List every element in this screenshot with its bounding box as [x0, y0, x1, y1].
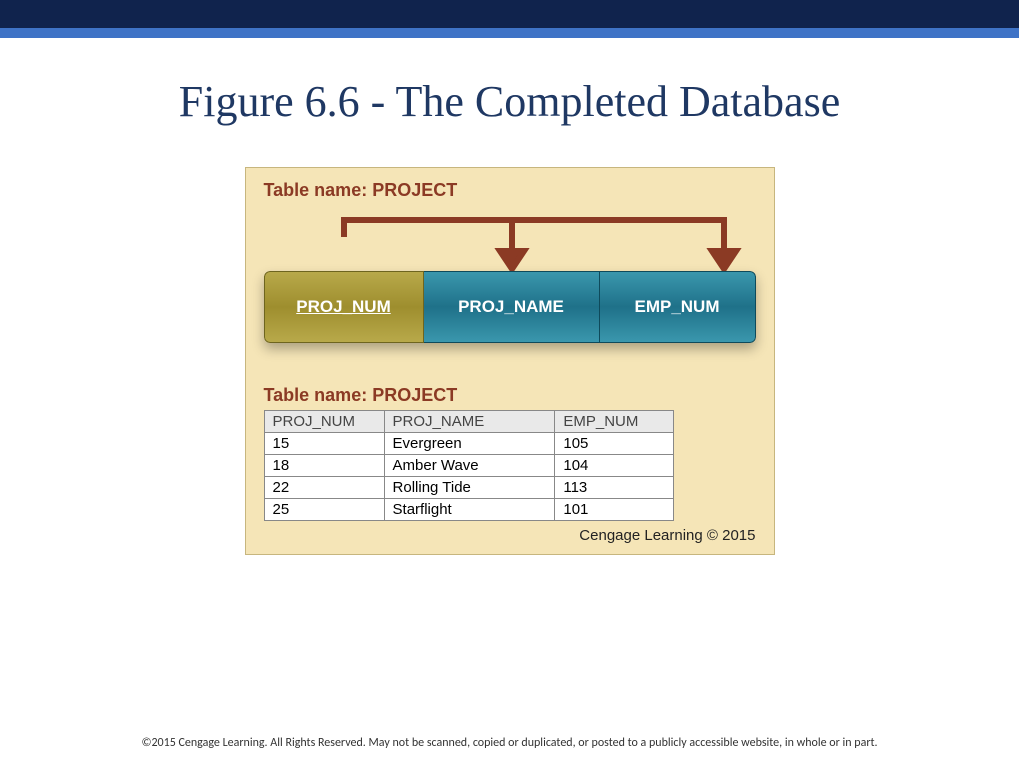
figure-box: Table name: PROJECT PROJ_NUM PROJ_NAME E… — [245, 167, 775, 555]
header-bar-light — [0, 28, 1019, 38]
col-header-proj-num: PROJ_NUM — [264, 411, 384, 433]
schema-name-cell: PROJ_NAME — [424, 271, 600, 343]
col-header-proj-name: PROJ_NAME — [384, 411, 555, 433]
table-row: 25 Starflight 101 — [264, 499, 673, 521]
dependency-arrows-icon — [264, 207, 764, 279]
figure-title: Figure 6.6 - The Completed Database — [0, 76, 1019, 127]
table-row: 22 Rolling Tide 113 — [264, 477, 673, 499]
cell: 22 — [264, 477, 384, 499]
arrow-diagram — [264, 207, 756, 275]
slide-footer: ©2015 Cengage Learning. All Rights Reser… — [0, 736, 1019, 750]
cell: 105 — [555, 433, 673, 455]
header-bar-dark — [0, 0, 1019, 28]
table-label-top: Table name: PROJECT — [264, 180, 756, 201]
cell: 113 — [555, 477, 673, 499]
cell: 18 — [264, 455, 384, 477]
table-row: 15 Evergreen 105 — [264, 433, 673, 455]
cell: 15 — [264, 433, 384, 455]
data-table: PROJ_NUM PROJ_NAME EMP_NUM 15 Evergreen … — [264, 410, 674, 521]
cell: Evergreen — [384, 433, 555, 455]
cell: Amber Wave — [384, 455, 555, 477]
schema-header-row: PROJ_NUM PROJ_NAME EMP_NUM — [264, 271, 756, 343]
col-header-emp-num: EMP_NUM — [555, 411, 673, 433]
cell: 25 — [264, 499, 384, 521]
table-row: 18 Amber Wave 104 — [264, 455, 673, 477]
cell: 101 — [555, 499, 673, 521]
figure-credit: Cengage Learning © 2015 — [264, 527, 756, 544]
cell: Starflight — [384, 499, 555, 521]
table-header-row: PROJ_NUM PROJ_NAME EMP_NUM — [264, 411, 673, 433]
cell: 104 — [555, 455, 673, 477]
schema-pk-cell: PROJ_NUM — [264, 271, 424, 343]
schema-emp-cell: EMP_NUM — [600, 271, 756, 343]
table-label-bottom: Table name: PROJECT — [264, 385, 756, 406]
cell: Rolling Tide — [384, 477, 555, 499]
